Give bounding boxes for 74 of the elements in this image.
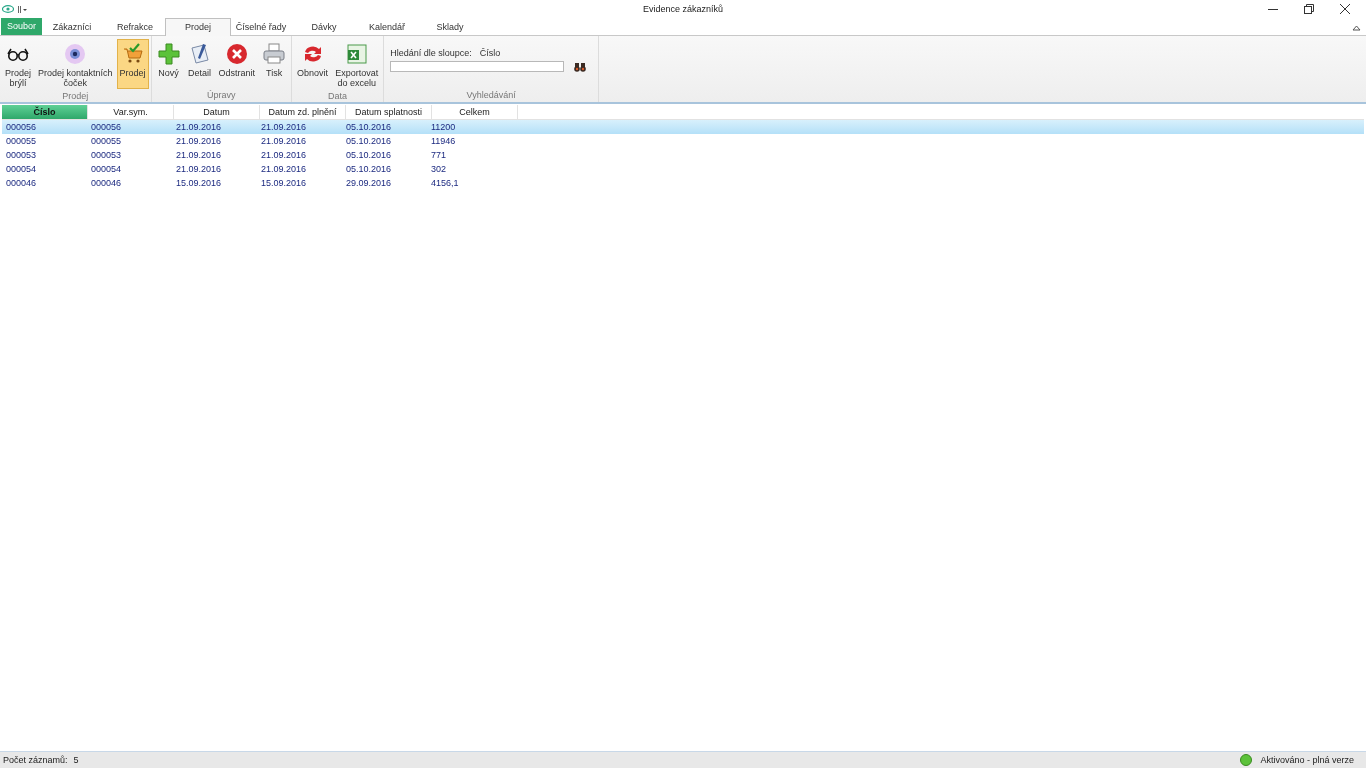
binoculars-icon[interactable] <box>574 61 587 72</box>
ribbon-button[interactable]: Prodej <box>116 39 149 89</box>
table-cell-text: 21.09.2016 <box>260 150 308 160</box>
table-cell-text: 05.10.2016 <box>345 150 393 160</box>
status-light-icon <box>1240 754 1253 766</box>
table-cell-text: 21.09.2016 <box>260 164 308 174</box>
table-cell-text: 05.10.2016 <box>345 122 393 132</box>
table-cell-text: 4156,1 <box>430 178 460 188</box>
record-count: 5 <box>73 755 79 765</box>
restore-icon[interactable] <box>1304 4 1314 14</box>
ribbon-button[interactable]: Exportovat do excelu <box>332 39 382 91</box>
table-cell-text: 000056 <box>5 122 38 132</box>
eye-icon[interactable] <box>2 5 14 13</box>
table-cell-text: 000046 <box>5 178 38 188</box>
printer-icon <box>262 42 287 66</box>
group-label: Data <box>327 91 349 102</box>
eye-icon <box>63 42 88 66</box>
table-cell-text: 11200 <box>430 122 457 132</box>
table-cell-text: 21.09.2016 <box>175 136 223 146</box>
table-cell-text: 000055 <box>5 136 38 146</box>
delete-icon <box>224 42 249 66</box>
table-cell-text: 302 <box>430 164 448 174</box>
table-cell-text: 21.09.2016 <box>175 150 223 160</box>
column-header[interactable]: Datum <box>174 105 260 119</box>
search-column-value: Číslo <box>479 48 501 58</box>
table-row[interactable]: 000046 000046 15.09.2016 15.09.2016 29.09.2016 4156,1 <box>2 176 1364 190</box>
table-cell-text: 000053 <box>90 150 123 160</box>
ribbon-button[interactable]: Detail <box>184 39 215 89</box>
table-cell-text: 05.10.2016 <box>345 136 393 146</box>
ribbon-button[interactable]: Prodej brýlí <box>2 39 34 91</box>
table-cell-text: 000053 <box>5 150 38 160</box>
table-cell-text: 000054 <box>90 164 123 174</box>
ribbon-tab[interactable]: Prodej <box>165 18 232 36</box>
table-cell-text: 000055 <box>90 136 123 146</box>
ribbon-button[interactable]: Prodej kontaktních čoček <box>35 39 116 91</box>
table-cell-text: 29.09.2016 <box>345 178 393 188</box>
ribbon-button[interactable]: Obnovit <box>294 39 332 89</box>
column-header[interactable]: Datum zd. plnění <box>260 105 346 119</box>
search-field[interactable] <box>390 61 565 72</box>
ribbon-button[interactable]: Tisk <box>259 39 290 89</box>
close-icon[interactable] <box>1340 4 1350 14</box>
ribbon-button[interactable]: Odstranit <box>215 39 259 89</box>
record-count-label: Počet záznamů: <box>3 755 68 765</box>
table-cell-text: 771 <box>430 150 448 160</box>
table-cell-text: 21.09.2016 <box>175 122 223 132</box>
window-title: Evidence zákazníků <box>642 4 723 14</box>
column-header[interactable]: Celkem <box>432 105 518 119</box>
spreadsheet-icon <box>344 42 369 66</box>
table-cell-text: 000054 <box>5 164 38 174</box>
table-cell-text: 05.10.2016 <box>345 164 393 174</box>
table-cell-text: 21.09.2016 <box>175 164 223 174</box>
group-label: Vyhledávání <box>465 90 517 102</box>
group-label: Prodej <box>61 91 90 102</box>
table-row[interactable]: 000054 000054 21.09.2016 21.09.2016 05.10.2016 302 <box>2 162 1364 176</box>
group-label: Úpravy <box>206 90 237 102</box>
table-cell-text: 15.09.2016 <box>260 178 308 188</box>
quick-access-icon[interactable] <box>17 4 27 14</box>
column-header[interactable]: Datum splatnosti <box>346 105 432 119</box>
column-header[interactable]: Var.sym. <box>88 105 174 119</box>
table-row[interactable]: 000056 000056 21.09.2016 21.09.2016 05.10.2016 11200 <box>2 120 1364 134</box>
activation-status: Aktivováno - plná verze <box>1260 755 1354 765</box>
table-cell-text: 21.09.2016 <box>260 136 308 146</box>
table-cell-text: 000056 <box>90 122 123 132</box>
ribbon-button[interactable]: Nový <box>153 39 184 89</box>
table-row[interactable]: 000053 000053 21.09.2016 21.09.2016 05.10.2016 771 <box>2 148 1364 162</box>
table-row[interactable]: 000055 000055 21.09.2016 21.09.2016 05.10.2016 11946 <box>2 134 1364 148</box>
plus-icon <box>156 42 181 66</box>
table-cell-text: 21.09.2016 <box>260 122 308 132</box>
collapse-ribbon-icon[interactable] <box>1352 25 1361 31</box>
table-cell-text: 15.09.2016 <box>175 178 223 188</box>
table-cell-text: 000046 <box>90 178 123 188</box>
table-cell-text: 11946 <box>430 136 457 146</box>
search-label: Hledání dle sloupce: <box>390 48 472 58</box>
column-header[interactable]: Číslo <box>2 105 88 119</box>
